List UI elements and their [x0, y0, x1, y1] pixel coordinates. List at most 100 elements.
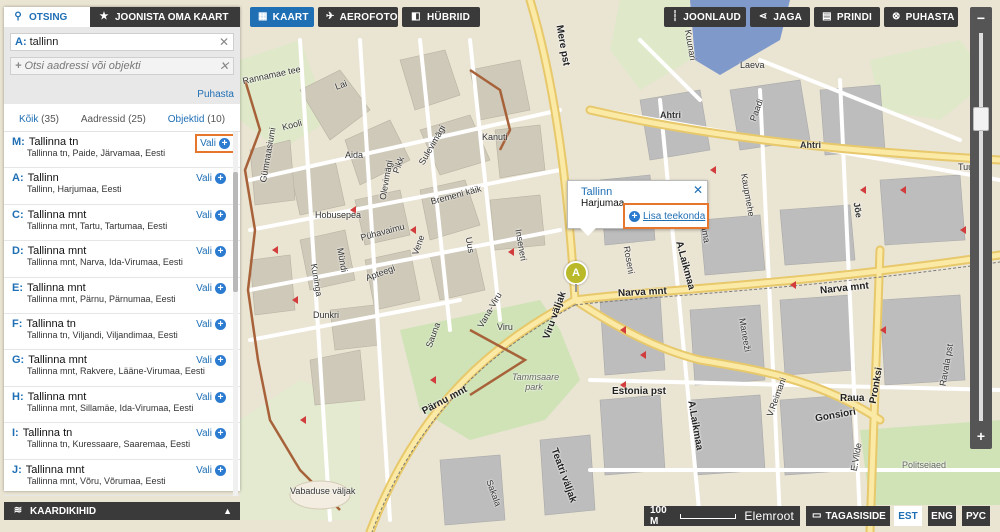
result-title: Tallinna mnt [27, 281, 86, 294]
plus-icon: + [629, 210, 640, 222]
map-layers-label: KAARDIKIHID [30, 505, 97, 517]
search-panel: ⚲ OTSING ★ JOONISTA OMA KAART A: tallinn… [4, 7, 240, 496]
map-layers-bar[interactable]: ≋ KAARDIKIHID ▲ [4, 502, 240, 520]
result-title: Tallinna mnt [27, 390, 87, 403]
map-type-aerial[interactable]: ✈ AEROFOTO [318, 7, 398, 27]
result-key: G: [12, 354, 25, 367]
select-label: Vali [196, 464, 212, 476]
filter-addresses-count: (25) [128, 114, 146, 125]
result-key: A: [12, 172, 24, 185]
select-label: Vali [196, 209, 212, 221]
lang-rus[interactable]: РУС [962, 506, 990, 526]
select-button[interactable]: Vali + [196, 209, 226, 221]
street-label: Estonia pst [612, 386, 666, 397]
list-item[interactable]: I: Tallinna tn Tallinna tn, Kuressaare, Sa… [4, 423, 240, 460]
results-scroll-thumb[interactable] [233, 172, 238, 292]
result-title: Tallinna mnt [25, 463, 85, 476]
select-button[interactable]: Vali + [195, 134, 235, 153]
layers-icon: ◧ [411, 11, 421, 22]
list-item[interactable]: F: Tallinna tn Tallinna tn, Viljandi, Vilj… [4, 314, 240, 351]
popup-subtitle: Harjumaa [581, 198, 625, 209]
map-icon: ▦ [258, 11, 268, 22]
tab-draw-map[interactable]: ★ JOONISTA OMA KAART [90, 7, 240, 27]
chevron-up-icon: ▲ [223, 506, 232, 516]
select-button[interactable]: Vali + [196, 246, 226, 258]
plus-icon: + [215, 355, 226, 367]
zoom-slider-handle[interactable] [973, 107, 989, 131]
select-label: Vali [196, 318, 212, 330]
list-item[interactable]: E: Tallinna mnt Tallinna mnt, Pärnu, Pärnu… [4, 278, 240, 314]
add-to-route-label: Lisa teekonda [643, 210, 706, 222]
plus-icon: + [215, 246, 226, 258]
plus-icon: + [215, 173, 226, 185]
list-item[interactable]: A: Tallinn Tallinn, Harjumaa, Eesti Vali + [4, 168, 240, 205]
print-icon: ▤ [822, 11, 832, 22]
layers-icon: ≋ [13, 505, 23, 516]
scale-line [680, 513, 737, 519]
list-item[interactable]: J: Tallinna mnt Tallinna mnt, Võru, Võruma… [4, 460, 240, 496]
result-filters: Kõik (35) Aadressid (25) Objektid (10) [4, 104, 240, 132]
select-button[interactable]: Vali + [196, 391, 226, 403]
result-key: M: [12, 136, 25, 148]
clear-map-label: PUHASTA [905, 11, 955, 23]
search-form: A: tallinn ✕ + Otsi aadressi või objekti… [4, 27, 240, 85]
search-input-b[interactable]: + Otsi aadressi või objekti ✕ [10, 57, 234, 75]
filter-all[interactable]: Kõik (35) [19, 114, 59, 125]
ruler-button[interactable]: ┆ JOONLAUD [664, 7, 746, 27]
ruler-icon: ┆ [672, 11, 679, 22]
map-type-map-label: KAART [272, 11, 309, 23]
result-title: Tallinna mnt [27, 245, 87, 258]
select-button[interactable]: Vali + [196, 355, 226, 367]
feedback-label: TAGASISIDE [825, 510, 886, 522]
plus-icon: + [215, 282, 226, 294]
result-title: Tallinna tn [22, 427, 73, 440]
street-label: Raua [840, 393, 865, 404]
map-type-aerial-label: AEROFOTO [339, 11, 398, 23]
search-input-a[interactable]: A: tallinn ✕ [10, 33, 234, 51]
result-subtitle: Tallinna mnt, Võru, Võrumaa, Eesti [27, 475, 166, 486]
lang-eng[interactable]: ENG [928, 506, 956, 526]
result-title: Tallinna tn [26, 317, 76, 330]
print-button[interactable]: ▤ PRINDI [814, 7, 880, 27]
list-item[interactable]: M: Tallinna tn Tallinna tn, Paide, Järvama… [4, 132, 240, 169]
clear-map-button[interactable]: ⊗ PUHASTA [884, 7, 958, 27]
select-button[interactable]: Vali + [196, 173, 226, 185]
filter-objects[interactable]: Objektid (10) [168, 114, 225, 125]
zoom-control: − + [970, 7, 992, 449]
result-subtitle: Tallinna mnt, Narva, Ida-Virumaa, Eesti [27, 257, 183, 268]
popup-close-icon[interactable]: ✕ [693, 183, 703, 197]
feedback-button[interactable]: ▭ TAGASISIDE [806, 506, 890, 526]
lang-est[interactable]: EST [894, 506, 922, 526]
select-label: Vali [196, 246, 212, 258]
map-marker-a[interactable]: A [564, 261, 588, 292]
clear-input-icon[interactable]: ✕ [219, 35, 229, 49]
search-input-b-placeholder: Otsi aadressi või objekti [24, 60, 141, 72]
select-button[interactable]: Vali + [196, 428, 226, 440]
list-item[interactable]: C: Tallinna mnt Tallinna mnt, Tartu, Tartu… [4, 205, 240, 242]
list-item[interactable]: D: Tallinna mnt Tallinna mnt, Narva, Ida-V… [4, 241, 240, 278]
list-item[interactable]: H: Tallinna mnt Tallinna mnt, Sillamäe, Id… [4, 387, 240, 424]
share-icon: ⋖ [758, 11, 768, 22]
zoom-in-button[interactable]: + [970, 427, 992, 445]
zoom-out-button[interactable]: − [970, 9, 992, 27]
share-button[interactable]: ⋖ JAGA [750, 7, 810, 27]
plus-icon: + [215, 464, 226, 476]
scale-label: 100 M [650, 505, 667, 527]
clear-search-link[interactable]: Puhasta [4, 85, 240, 104]
map-type-map[interactable]: ▦ KAART [250, 7, 314, 27]
list-item[interactable]: G: Tallinna mnt Tallinna mnt, Rakvere, Lää… [4, 350, 240, 387]
select-button[interactable]: Vali + [196, 464, 226, 476]
clear-input-b-icon[interactable]: ✕ [219, 59, 229, 73]
result-key: D: [12, 245, 24, 258]
result-title: Tallinna mnt [27, 208, 87, 221]
map-type-hybrid[interactable]: ◧ HÜBRIID [402, 7, 480, 27]
filter-addresses[interactable]: Aadressid (25) [81, 114, 146, 125]
select-button[interactable]: Vali + [196, 282, 226, 294]
zoom-track[interactable] [979, 33, 983, 421]
tab-search[interactable]: ⚲ OTSING [4, 7, 90, 27]
add-to-route-link[interactable]: + Lisa teekonda [623, 203, 709, 229]
select-button[interactable]: Vali + [196, 318, 226, 330]
result-title: Tallinna mnt [28, 354, 87, 367]
select-label: Vali [196, 428, 212, 440]
result-title: Tallinn [27, 172, 59, 185]
